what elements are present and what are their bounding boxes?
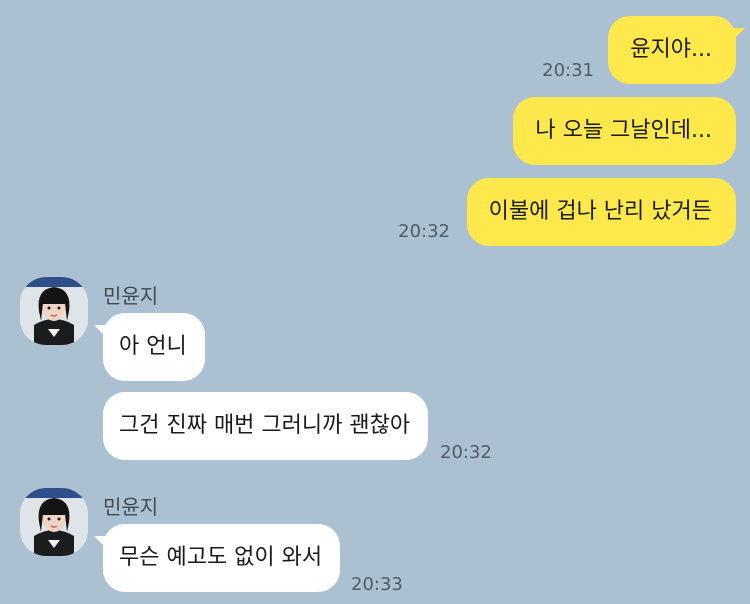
message-text: 그건 진짜 매번 그러니까 괜찮아 [119,413,411,438]
profile-photo-icon [20,277,88,345]
incoming-message-bubble[interactable]: 무슨 예고도 없이 와서 [94,524,341,592]
contact-avatar[interactable] [20,277,88,345]
sender-name: 민윤지 [103,495,159,519]
message-timestamp: 20:32 [398,221,450,242]
profile-photo-icon [20,488,88,556]
message-text: 무슨 예고도 없이 와서 [119,545,323,570]
contact-avatar[interactable] [20,488,88,556]
message-text: 아 언니 [119,334,187,359]
message-text: 이불에 겁나 난리 났거든 [488,199,712,224]
outgoing-message-bubble[interactable]: 나 오늘 그날인데... [513,97,736,165]
incoming-message-bubble[interactable]: 그건 진짜 매번 그러니까 괜찮아 [103,392,429,460]
message-timestamp: 20:33 [351,574,403,595]
message-text: 윤지야... [630,37,712,62]
message-timestamp: 20:31 [542,60,594,81]
incoming-message-bubble[interactable]: 아 언니 [94,313,205,381]
message-text: 나 오늘 그날인데... [535,118,712,143]
outgoing-message-bubble[interactable]: 이불에 겁나 난리 났거든 [466,178,736,246]
outgoing-message-bubble[interactable]: 윤지야... [608,16,745,84]
sender-name: 민윤지 [103,284,159,308]
message-timestamp: 20:32 [440,442,492,463]
